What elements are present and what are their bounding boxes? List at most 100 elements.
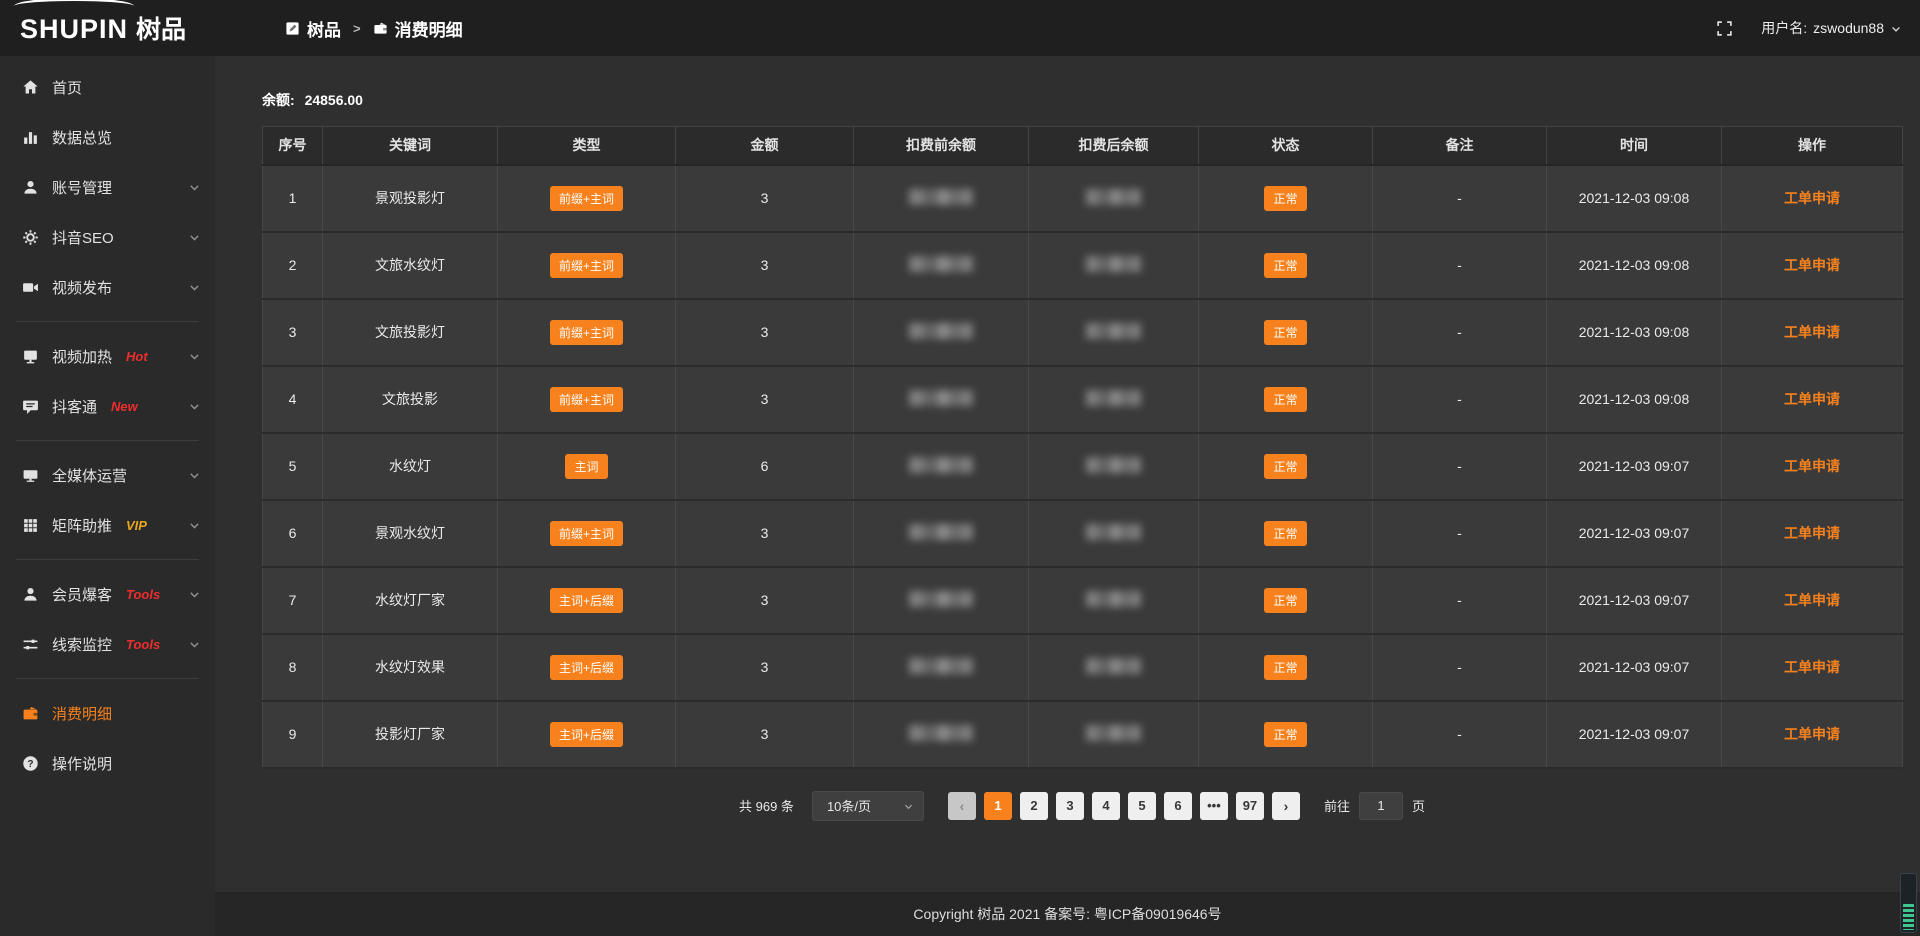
breadcrumb-item-current[interactable]: 消费明细 xyxy=(373,16,463,41)
column-header: 备注 xyxy=(1373,127,1547,165)
svg-text:?: ? xyxy=(27,758,33,769)
cell-balance-after xyxy=(1029,299,1199,366)
status-badge: 正常 xyxy=(1264,588,1306,613)
sidebar-item-matrix-boost[interactable]: 矩阵助推VIP xyxy=(0,500,215,550)
bar-chart-icon xyxy=(22,129,39,146)
masked-balance xyxy=(909,725,973,741)
masked-balance xyxy=(909,658,973,674)
page-button-1[interactable]: 1 xyxy=(984,792,1012,820)
sidebar-item-label: 抖音SEO xyxy=(52,227,114,248)
sidebar-item-instructions[interactable]: ?操作说明 xyxy=(0,738,215,788)
cell-time: 2021-12-03 09:07 xyxy=(1547,433,1722,500)
cell-status: 正常 xyxy=(1199,165,1373,232)
screen-icon xyxy=(22,348,39,365)
work-order-link[interactable]: 工单申请 xyxy=(1784,391,1840,407)
cell-remark: - xyxy=(1373,299,1547,366)
page-button-97[interactable]: 97 xyxy=(1236,792,1264,820)
more-pages-button[interactable]: ••• xyxy=(1200,792,1228,820)
fullscreen-icon[interactable] xyxy=(1716,20,1733,37)
sidebar-item-douyin-seo[interactable]: 抖音SEO xyxy=(0,212,215,262)
cell-time: 2021-12-03 09:08 xyxy=(1547,165,1722,232)
cell-index: 3 xyxy=(263,299,323,366)
work-order-link[interactable]: 工单申请 xyxy=(1784,592,1840,608)
cell-type: 前缀+主词 xyxy=(498,500,676,567)
cell-time: 2021-12-03 09:07 xyxy=(1547,634,1722,701)
cell-type: 前缀+主词 xyxy=(498,232,676,299)
cell-balance-after xyxy=(1029,634,1199,701)
sidebar-item-video-publish[interactable]: 视频发布 xyxy=(0,262,215,312)
work-order-link[interactable]: 工单申请 xyxy=(1784,257,1840,273)
table-row: 2文旅水纹灯前缀+主词3正常-2021-12-03 09:08工单申请 xyxy=(263,232,1903,299)
type-badge: 前缀+主词 xyxy=(550,387,623,412)
table-header-row: 序号关键词类型金额扣费前余额扣费后余额状态备注时间操作 xyxy=(263,127,1903,165)
page-button-4[interactable]: 4 xyxy=(1092,792,1120,820)
monitor-icon xyxy=(22,467,39,484)
cell-time: 2021-12-03 09:07 xyxy=(1547,567,1722,634)
type-badge: 前缀+主词 xyxy=(550,253,623,278)
cell-index: 7 xyxy=(263,567,323,634)
page-size-value: 10条/页 xyxy=(827,796,871,815)
type-badge: 主词+后缀 xyxy=(550,655,623,680)
chevron-down-icon xyxy=(188,350,201,363)
sidebar-item-data-overview[interactable]: 数据总览 xyxy=(0,112,215,162)
work-order-link[interactable]: 工单申请 xyxy=(1784,659,1840,675)
cell-balance-before xyxy=(854,567,1029,634)
cell-type: 主词 xyxy=(498,433,676,500)
chevron-down-icon xyxy=(188,400,201,413)
column-header: 时间 xyxy=(1547,127,1722,165)
balance-value: 24856.00 xyxy=(305,92,363,108)
sidebar-item-douketong[interactable]: 抖客通New xyxy=(0,381,215,431)
sidebar-item-badge: Hot xyxy=(126,349,148,364)
sidebar-divider xyxy=(16,440,199,441)
work-order-link[interactable]: 工单申请 xyxy=(1784,525,1840,541)
user-menu[interactable]: 用户名: zswodun88 xyxy=(1761,18,1902,38)
cell-time: 2021-12-03 09:07 xyxy=(1547,701,1722,768)
page-button-6[interactable]: 6 xyxy=(1164,792,1192,820)
sidebar-item-consume-detail[interactable]: 消费明细 xyxy=(0,688,215,738)
cell-balance-after xyxy=(1029,433,1199,500)
masked-balance xyxy=(909,591,973,607)
sidebar-item-member-baoke[interactable]: 会员爆客Tools xyxy=(0,569,215,619)
page-size-select[interactable]: 10条/页 xyxy=(812,791,924,821)
page-button-3[interactable]: 3 xyxy=(1056,792,1084,820)
work-order-link[interactable]: 工单申请 xyxy=(1784,324,1840,340)
wallet-icon xyxy=(373,21,388,36)
sidebar-item-account[interactable]: 账号管理 xyxy=(0,162,215,212)
work-order-link[interactable]: 工单申请 xyxy=(1784,458,1840,474)
work-order-link[interactable]: 工单申请 xyxy=(1784,190,1840,206)
masked-balance xyxy=(909,189,973,205)
cell-balance-after xyxy=(1029,165,1199,232)
sidebar-item-label: 消费明细 xyxy=(52,703,112,724)
sidebar-item-label: 会员爆客 xyxy=(52,584,112,605)
page-button-5[interactable]: 5 xyxy=(1128,792,1156,820)
cell-time: 2021-12-03 09:08 xyxy=(1547,299,1722,366)
prev-page-button[interactable]: ‹ xyxy=(948,792,976,820)
type-badge: 主词+后缀 xyxy=(550,588,623,613)
sidebar-item-clue-monitor[interactable]: 线索监控Tools xyxy=(0,619,215,669)
masked-balance xyxy=(909,524,973,540)
masked-balance xyxy=(1086,457,1141,473)
page-button-2[interactable]: 2 xyxy=(1020,792,1048,820)
sidebar-item-home[interactable]: 首页 xyxy=(0,62,215,112)
cell-keyword: 水纹灯厂家 xyxy=(323,567,498,634)
app-logo[interactable]: SHUPIN 树品 xyxy=(0,10,215,46)
goto-label: 前往 xyxy=(1324,796,1350,815)
goto-page-input[interactable] xyxy=(1359,792,1403,820)
cell-remark: - xyxy=(1373,701,1547,768)
next-page-button[interactable]: › xyxy=(1272,792,1300,820)
cell-action: 工单申请 xyxy=(1722,165,1903,232)
cell-action: 工单申请 xyxy=(1722,567,1903,634)
video-icon xyxy=(22,279,39,296)
cell-index: 5 xyxy=(263,433,323,500)
breadcrumb-item-home[interactable]: 树品 xyxy=(285,16,341,41)
cell-amount: 3 xyxy=(676,232,854,299)
balance-label: 余额: xyxy=(262,92,295,108)
breadcrumb-label: 消费明细 xyxy=(395,16,463,41)
work-order-link[interactable]: 工单申请 xyxy=(1784,726,1840,742)
table-row: 4文旅投影前缀+主词3正常-2021-12-03 09:08工单申请 xyxy=(263,366,1903,433)
cell-index: 2 xyxy=(263,232,323,299)
sidebar-item-video-heat[interactable]: 视频加热Hot xyxy=(0,331,215,381)
cell-amount: 3 xyxy=(676,165,854,232)
floating-widget[interactable] xyxy=(1900,873,1917,933)
sidebar-item-media-operation[interactable]: 全媒体运营 xyxy=(0,450,215,500)
